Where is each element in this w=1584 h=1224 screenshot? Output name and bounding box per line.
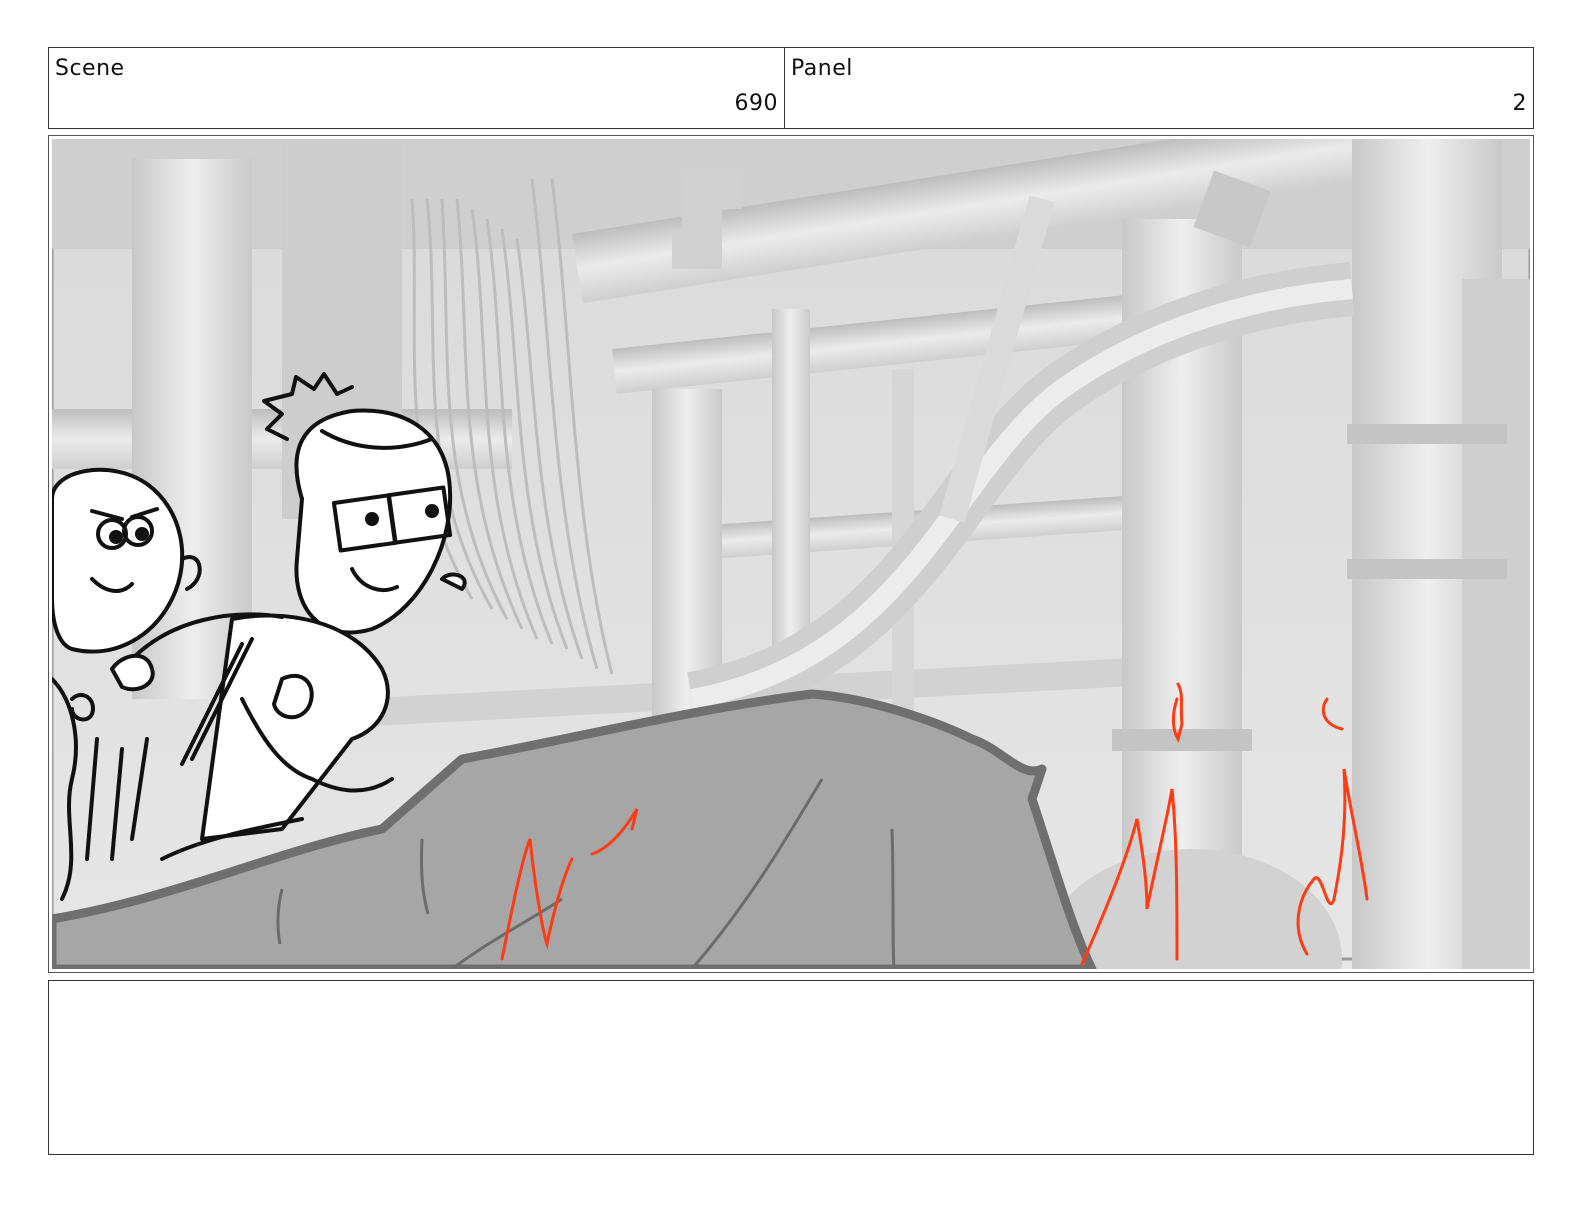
panel-number: 2 <box>1512 91 1527 116</box>
notes-box[interactable] <box>48 980 1534 1155</box>
storyboard-frame <box>48 135 1534 973</box>
panel-label: Panel <box>791 56 853 81</box>
scene-label: Scene <box>55 56 125 81</box>
scene-number: 690 <box>734 91 778 116</box>
storyboard-drawing <box>52 139 1530 969</box>
panel-header: Scene 690 Panel 2 <box>48 47 1534 129</box>
panel-field: Panel 2 <box>785 48 1533 128</box>
scene-field: Scene 690 <box>49 48 785 128</box>
